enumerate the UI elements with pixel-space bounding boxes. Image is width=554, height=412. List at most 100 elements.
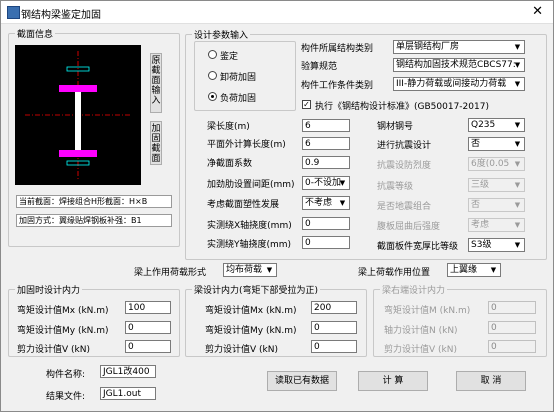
defl-y-label: 实测绕Y轴挠度(mm) <box>207 240 292 250</box>
title-bar: 钢结构梁鉴定加固 ✕ <box>1 1 553 24</box>
chevron-down-icon: ▼ <box>514 140 521 148</box>
radio-load-reinforce-label: 负荷加固 <box>220 94 257 104</box>
original-section-input-button[interactable]: 原截面输入 <box>150 53 162 113</box>
chevron-down-icon: ▼ <box>514 61 521 69</box>
radio-unload-reinforce[interactable] <box>208 71 217 80</box>
beam-my-input[interactable]: 0 <box>311 321 357 334</box>
beam-length-label: 梁长度(m) <box>207 122 250 132</box>
chevron-down-icon: ▼ <box>514 121 521 129</box>
reinforce-forces-label: 加固时设计内力 <box>15 283 83 296</box>
beam-my-label: 弯矩设计值My (kN.m) <box>205 326 297 336</box>
chevron-down-icon: ▼ <box>490 266 497 274</box>
chevron-down-icon: ▼ <box>514 201 521 209</box>
lateral-length-label: 平面外计算长度(m) <box>207 140 286 150</box>
chevron-down-icon: ▼ <box>514 160 521 168</box>
load-form-select[interactable]: 均布荷载 ▼ <box>223 263 277 277</box>
net-coef-input[interactable]: 0.9 <box>302 156 350 169</box>
beam-mx-input[interactable]: 200 <box>311 301 357 314</box>
component-name-input[interactable]: JGL1改400 <box>100 365 156 378</box>
chevron-down-icon: ▼ <box>514 221 521 229</box>
reinforce-v-input[interactable]: 0 <box>125 340 171 353</box>
result-file-label: 结果文件: <box>46 392 86 402</box>
reinforce-mx-input[interactable]: 100 <box>125 301 171 314</box>
beam-v-input[interactable]: 0 <box>311 340 357 353</box>
radio-load-reinforce[interactable] <box>208 92 217 101</box>
net-coef-label: 净截面系数 <box>207 159 253 169</box>
right-n-label: 轴力设计值N (kN) <box>384 326 458 336</box>
code-label: 验算规范 <box>301 62 338 72</box>
window-title: 钢结构梁鉴定加固 <box>21 10 101 21</box>
result-file-input[interactable]: JGL1.out <box>100 387 156 400</box>
execute-standard-label: 执行《钢结构设计标准》(GB50017-2017) <box>315 102 489 112</box>
seismic-label: 进行抗震设计 <box>377 141 432 151</box>
section-info-label: 截面信息 <box>15 27 56 40</box>
top-flange <box>59 85 97 92</box>
steel-select[interactable]: Q235 ▼ <box>468 118 525 132</box>
calculate-button[interactable]: 计 算 <box>358 371 428 391</box>
grade-label: 抗震等级 <box>377 182 414 192</box>
radio-appraisal-label: 鉴定 <box>220 52 239 62</box>
web <box>75 92 81 150</box>
intensity-select: 6度(0.05 ▼ <box>468 157 525 171</box>
load-position-label: 梁上荷载作用位置 <box>358 268 431 278</box>
cancel-button[interactable]: 取 消 <box>456 371 526 391</box>
plastic-select[interactable]: 不考虑 ▼ <box>302 196 350 210</box>
chevron-down-icon: ▼ <box>514 43 521 51</box>
condition-label: 构件工作条件类别 <box>301 81 374 91</box>
reinforce-mx-label: 弯矩设计值Mx (kN.m) <box>17 306 109 316</box>
beam-length-input[interactable]: 6 <box>302 119 350 132</box>
right-m-input: 0 <box>488 301 536 314</box>
beam-mx-label: 弯矩设计值Mx (kN.m) <box>205 306 297 316</box>
right-n-input: 0 <box>488 321 536 334</box>
right-v-label: 剪力设计值V (kN) <box>384 345 457 355</box>
reinforce-my-input[interactable]: 0 <box>125 321 171 334</box>
right-m-label: 弯矩设计值M (kN.m) <box>384 306 471 316</box>
right-v-input: 0 <box>488 340 536 353</box>
beam-forces-label: 梁设计内力(弯矩下部受拉为正) <box>192 283 321 296</box>
defl-x-label: 实测绕X轴挠度(mm) <box>207 221 292 231</box>
chevron-down-icon: ▼ <box>339 179 346 187</box>
stiffener-select[interactable]: 0-不设加 ▼ <box>302 176 350 190</box>
structure-type-select[interactable]: 单层钢结构厂房 ▼ <box>393 40 525 54</box>
chevron-down-icon: ▼ <box>514 181 521 189</box>
defl-x-input[interactable]: 0 <box>302 217 350 230</box>
reinforce-my-label: 弯矩设计值My (kN.m) <box>17 326 109 336</box>
radio-unload-reinforce-label: 卸荷加固 <box>220 73 257 83</box>
seismic-select[interactable]: 否 ▼ <box>468 137 525 151</box>
reinforce-v-label: 剪力设计值V (kN) <box>17 345 90 355</box>
component-name-label: 构件名称: <box>46 370 86 380</box>
main-window: 钢结构梁鉴定加固 ✕ 截面信息 原截面输入 加固截面 当前截面：焊接组合H形截面… <box>0 0 554 412</box>
defl-y-input[interactable]: 0 <box>302 236 350 249</box>
lateral-length-input[interactable]: 6 <box>302 137 350 150</box>
chevron-down-icon: ▼ <box>514 80 521 88</box>
chevron-down-icon: ▼ <box>266 266 273 274</box>
condition-select[interactable]: III-静力荷载或间接动力荷载 ▼ <box>393 77 525 91</box>
beam-v-label: 剪力设计值V (kN) <box>205 345 278 355</box>
execute-standard-checkbox[interactable]: ✓ <box>302 100 311 109</box>
combo-select: 否 ▼ <box>468 198 525 212</box>
current-section-status: 当前截面：焊接组合H形截面：H×B <box>16 195 172 208</box>
flange-select: 考虑 ▼ <box>468 218 525 232</box>
plastic-label: 考虑截面塑性发展 <box>207 200 280 210</box>
bottom-flange <box>59 150 97 157</box>
reinforce-section-button[interactable]: 加固截面 <box>150 121 162 165</box>
code-select[interactable]: 钢结构加固技术规范CBCS77: ▼ <box>393 58 525 72</box>
load-form-label: 梁上作用荷载形式 <box>134 268 207 278</box>
intensity-label: 抗震设防烈度 <box>377 161 432 171</box>
chevron-down-icon: ▼ <box>514 241 521 249</box>
radio-appraisal[interactable] <box>208 50 217 59</box>
chevron-down-icon: ▼ <box>339 199 346 207</box>
grade-select: 三级 ▼ <box>468 178 525 192</box>
close-icon[interactable]: ✕ <box>532 4 543 19</box>
flange-label: 腹板屈曲后强度 <box>377 222 441 232</box>
read-data-button[interactable]: 读取已有数据 <box>267 371 337 391</box>
reinforce-method-status: 加固方式：翼缘贴焊钢板补强：B1 <box>16 214 172 227</box>
combo-label: 是否地震组合 <box>377 202 432 212</box>
ratio-select[interactable]: S3级 ▼ <box>468 238 525 252</box>
stiffener-label: 加劲肋设置间距(mm) <box>207 180 295 190</box>
steel-label: 钢材钢号 <box>377 122 414 132</box>
load-position-select[interactable]: 上翼缘 ▼ <box>447 263 501 277</box>
app-icon <box>7 6 20 19</box>
design-params-label: 设计参数输入 <box>192 28 251 41</box>
ratio-label: 截面板件宽厚比等级 <box>377 242 459 252</box>
